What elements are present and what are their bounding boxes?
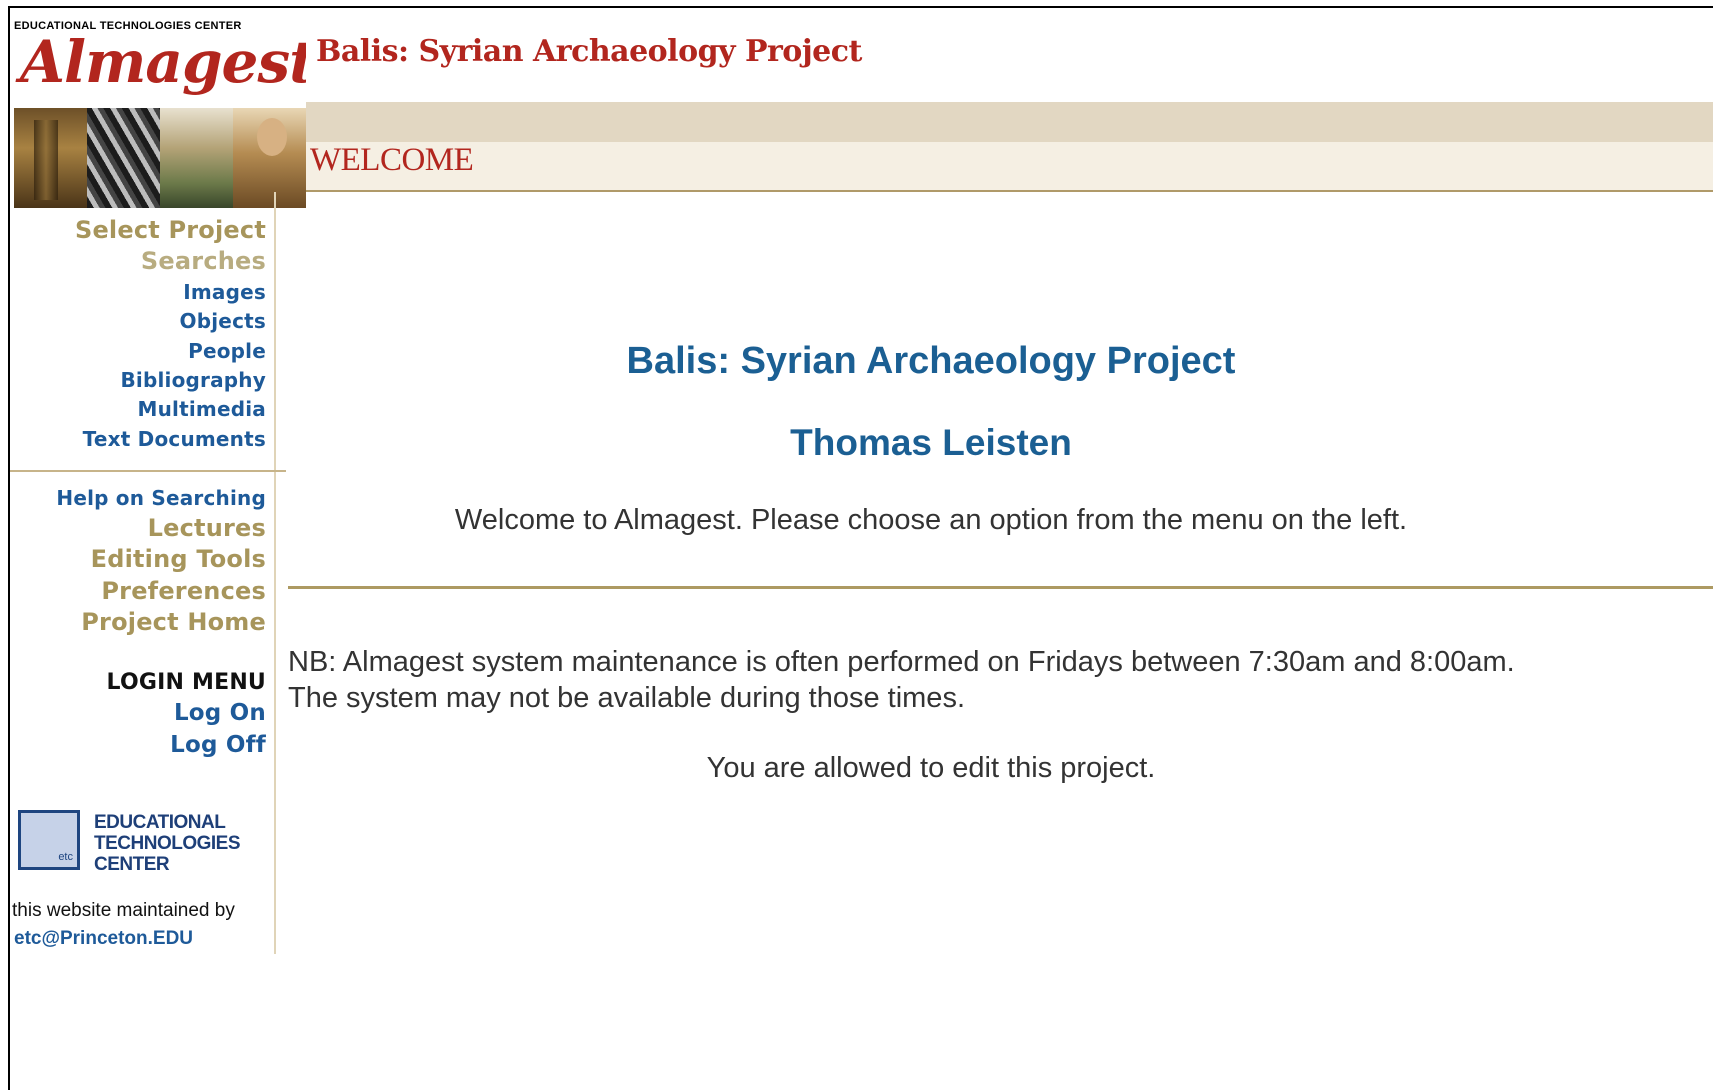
nav-preferences[interactable]: Preferences	[101, 577, 266, 605]
login-menu-heading: LOGIN MENU	[106, 670, 266, 695]
maintained-by-label: this website maintained by	[12, 900, 235, 921]
content-divider	[288, 586, 1713, 589]
browser-page: EDUCATIONAL TECHNOLOGIES CENTER Almagest…	[8, 6, 1713, 1090]
nav-editing-tools[interactable]: Editing Tools	[91, 545, 266, 573]
nav-multimedia[interactable]: Multimedia	[138, 397, 266, 421]
project-author: Thomas Leisten	[790, 422, 1072, 463]
sidebar-divider	[10, 470, 286, 472]
section-title: WELCOME	[310, 142, 474, 178]
nav-select-project[interactable]: Select Project	[75, 216, 266, 244]
nav-log-off[interactable]: Log Off	[170, 732, 266, 758]
edit-permission-message: You are allowed to edit this project.	[706, 752, 1156, 784]
nav-text-documents[interactable]: Text Documents	[83, 427, 266, 451]
nav-objects[interactable]: Objects	[180, 309, 266, 333]
nav-bibliography[interactable]: Bibliography	[120, 368, 266, 392]
section-band	[306, 142, 1713, 192]
etc-logo-text: etc	[58, 851, 73, 863]
nav-images[interactable]: Images	[183, 280, 266, 304]
maintenance-notice: NB: Almagest system maintenance is often…	[288, 646, 1515, 714]
welcome-message: Welcome to Almagest. Please choose an op…	[454, 504, 1408, 536]
maintainer-email-link[interactable]: etc@Princeton.EDU	[14, 928, 193, 950]
etc-name[interactable]: EDUCATIONAL TECHNOLOGIES CENTER	[94, 812, 274, 875]
nav-people[interactable]: People	[188, 339, 266, 363]
logo-wordmark: Almagest	[20, 28, 306, 96]
nav-project-home[interactable]: Project Home	[81, 608, 266, 636]
almagest-logo[interactable]: EDUCATIONAL TECHNOLOGIES CENTER Almagest	[14, 12, 306, 208]
nav-lectures[interactable]: Lectures	[148, 514, 266, 542]
site-title: Balis: Syrian Archaeology Project	[316, 34, 862, 69]
nav-help-on-searching[interactable]: Help on Searching	[56, 486, 266, 510]
etc-logo-icon[interactable]: etc	[18, 810, 80, 870]
nav-searches: Searches	[140, 247, 266, 275]
project-title: Balis: Syrian Archaeology Project	[626, 340, 1236, 382]
nav-log-on[interactable]: Log On	[174, 700, 266, 726]
header-band	[306, 102, 1713, 142]
